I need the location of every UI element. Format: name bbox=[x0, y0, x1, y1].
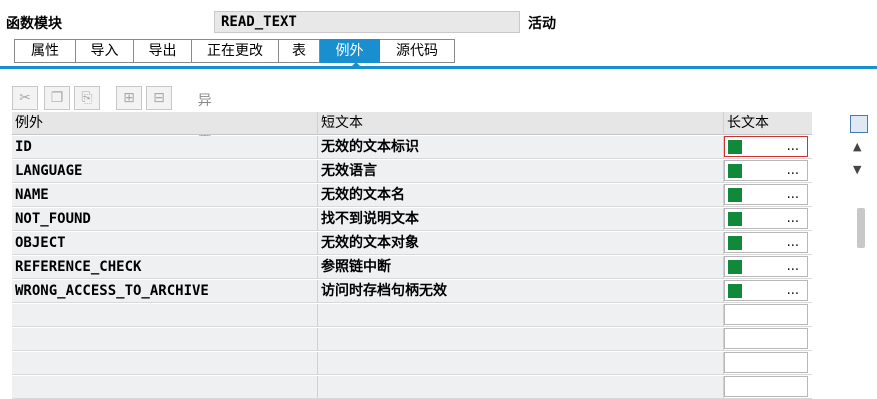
empty-row[interactable] bbox=[12, 328, 812, 351]
exception-name[interactable]: OBJECT bbox=[12, 232, 318, 255]
table-header: 例外 短文本 长文本 bbox=[12, 112, 812, 135]
cut-icon[interactable]: ✂ bbox=[12, 86, 38, 110]
long-text-more[interactable]: ... bbox=[787, 184, 799, 206]
function-module-name-field[interactable]: READ_TEXT bbox=[214, 11, 520, 33]
long-text-cell: ... bbox=[724, 160, 812, 183]
exception-name[interactable]: WRONG_ACCESS_TO_ARCHIVE bbox=[12, 280, 318, 303]
exception-short-text[interactable]: 无效的文本标识 bbox=[318, 136, 724, 159]
insert-row-icon[interactable]: ⊞ bbox=[116, 86, 142, 110]
empty-row[interactable] bbox=[12, 352, 812, 375]
empty-row[interactable] bbox=[12, 304, 812, 327]
long-text-button[interactable]: ... bbox=[724, 136, 808, 157]
long-text-status-icon bbox=[728, 140, 742, 154]
long-text-status-icon bbox=[728, 164, 742, 178]
status-text: 活动 bbox=[528, 16, 556, 32]
scrollbar-thumb[interactable] bbox=[857, 208, 865, 248]
empty-cell[interactable] bbox=[12, 328, 318, 351]
exception-short-text[interactable]: 无效的文本对象 bbox=[318, 232, 724, 255]
empty-cell[interactable] bbox=[12, 304, 318, 327]
long-text-button[interactable]: ... bbox=[724, 184, 808, 205]
long-text-cell: ... bbox=[724, 256, 812, 279]
long-text-button[interactable] bbox=[724, 304, 808, 325]
long-text-button[interactable] bbox=[724, 352, 808, 373]
tab-changing[interactable]: 正在更改 bbox=[192, 39, 279, 63]
long-text-button[interactable] bbox=[724, 328, 808, 349]
long-text-more[interactable]: ... bbox=[787, 256, 799, 278]
long-text-cell bbox=[724, 328, 812, 351]
exception-short-text[interactable]: 找不到说明文本 bbox=[318, 208, 724, 231]
table-row[interactable]: REFERENCE_CHECK 参照链中断 ... bbox=[12, 256, 812, 279]
header-exception[interactable]: 例外 bbox=[12, 112, 318, 135]
tab-underline bbox=[0, 66, 877, 69]
long-text-button[interactable] bbox=[724, 376, 808, 397]
empty-cell[interactable] bbox=[318, 328, 724, 351]
long-text-button[interactable]: ... bbox=[724, 208, 808, 229]
long-text-status-icon bbox=[728, 236, 742, 250]
exception-name[interactable]: NOT_FOUND bbox=[12, 208, 318, 231]
table-row[interactable]: WRONG_ACCESS_TO_ARCHIVE 访问时存档句柄无效 ... bbox=[12, 280, 812, 303]
long-text-cell bbox=[724, 352, 812, 375]
tab-exceptions[interactable]: 例外 bbox=[320, 39, 380, 63]
long-text-status-icon bbox=[728, 212, 742, 226]
exception-name[interactable]: ID bbox=[12, 136, 318, 159]
scroll-down-icon[interactable]: ▼ bbox=[853, 163, 861, 176]
paste-icon[interactable]: ⎘ bbox=[74, 86, 100, 110]
long-text-cell: ... bbox=[724, 184, 812, 207]
tab-attributes[interactable]: 属性 bbox=[14, 39, 76, 63]
exception-name[interactable]: NAME bbox=[12, 184, 318, 207]
exception-short-text[interactable]: 无效的文本名 bbox=[318, 184, 724, 207]
tab-source-code[interactable]: 源代码 bbox=[380, 39, 455, 63]
function-module-label: 函数模块 bbox=[6, 16, 62, 32]
long-text-more[interactable]: ... bbox=[787, 160, 799, 182]
long-text-cell bbox=[724, 304, 812, 327]
empty-row[interactable] bbox=[12, 376, 812, 399]
tab-import[interactable]: 导入 bbox=[76, 39, 134, 63]
long-text-status-icon bbox=[728, 284, 742, 298]
long-text-more[interactable]: ... bbox=[787, 232, 799, 254]
long-text-button[interactable]: ... bbox=[724, 280, 808, 301]
long-text-status-icon bbox=[728, 260, 742, 274]
empty-cell[interactable] bbox=[318, 376, 724, 399]
header-long-text[interactable]: 长文本 bbox=[724, 112, 812, 135]
long-text-button[interactable]: ... bbox=[724, 232, 808, 253]
long-text-button[interactable]: ... bbox=[724, 160, 808, 181]
delete-row-icon[interactable]: ⊟ bbox=[146, 86, 172, 110]
empty-cell[interactable] bbox=[318, 352, 724, 375]
exception-short-text[interactable]: 无效语言 bbox=[318, 160, 724, 183]
long-text-button[interactable]: ... bbox=[724, 256, 808, 277]
exception-short-text[interactable]: 参照链中断 bbox=[318, 256, 724, 279]
table-row[interactable]: LANGUAGE 无效语言 ... bbox=[12, 160, 812, 183]
long-text-cell: ... bbox=[724, 232, 812, 255]
long-text-more[interactable]: ... bbox=[787, 136, 799, 158]
long-text-cell: ... bbox=[724, 136, 812, 159]
long-text-cell: ... bbox=[724, 208, 812, 231]
long-text-more[interactable]: ... bbox=[787, 280, 799, 302]
copy-icon[interactable]: ❐ bbox=[44, 86, 70, 110]
exception-name[interactable]: LANGUAGE bbox=[12, 160, 318, 183]
long-text-status-icon bbox=[728, 188, 742, 202]
table-settings-icon[interactable] bbox=[850, 115, 868, 133]
exception-name[interactable]: REFERENCE_CHECK bbox=[12, 256, 318, 279]
header-short-text[interactable]: 短文本 bbox=[318, 112, 724, 135]
tab-strip: 属性 导入 导出 正在更改 表 例外 源代码 bbox=[14, 39, 455, 63]
empty-cell[interactable] bbox=[12, 376, 318, 399]
tab-export[interactable]: 导出 bbox=[134, 39, 192, 63]
exception-short-text[interactable]: 访问时存档句柄无效 bbox=[318, 280, 724, 303]
table-row[interactable]: NAME 无效的文本名 ... bbox=[12, 184, 812, 207]
long-text-more[interactable]: ... bbox=[787, 208, 799, 230]
table-row[interactable]: OBJECT 无效的文本对象 ... bbox=[12, 232, 812, 255]
scroll-up-icon[interactable]: ▲ bbox=[853, 140, 861, 153]
empty-cell[interactable] bbox=[318, 304, 724, 327]
table-row[interactable]: ID 无效的文本标识 ... bbox=[12, 136, 812, 159]
table-row[interactable]: NOT_FOUND 找不到说明文本 ... bbox=[12, 208, 812, 231]
tab-tables[interactable]: 表 bbox=[279, 39, 320, 63]
empty-cell[interactable] bbox=[12, 352, 318, 375]
long-text-cell: ... bbox=[724, 280, 812, 303]
long-text-cell bbox=[724, 376, 812, 399]
